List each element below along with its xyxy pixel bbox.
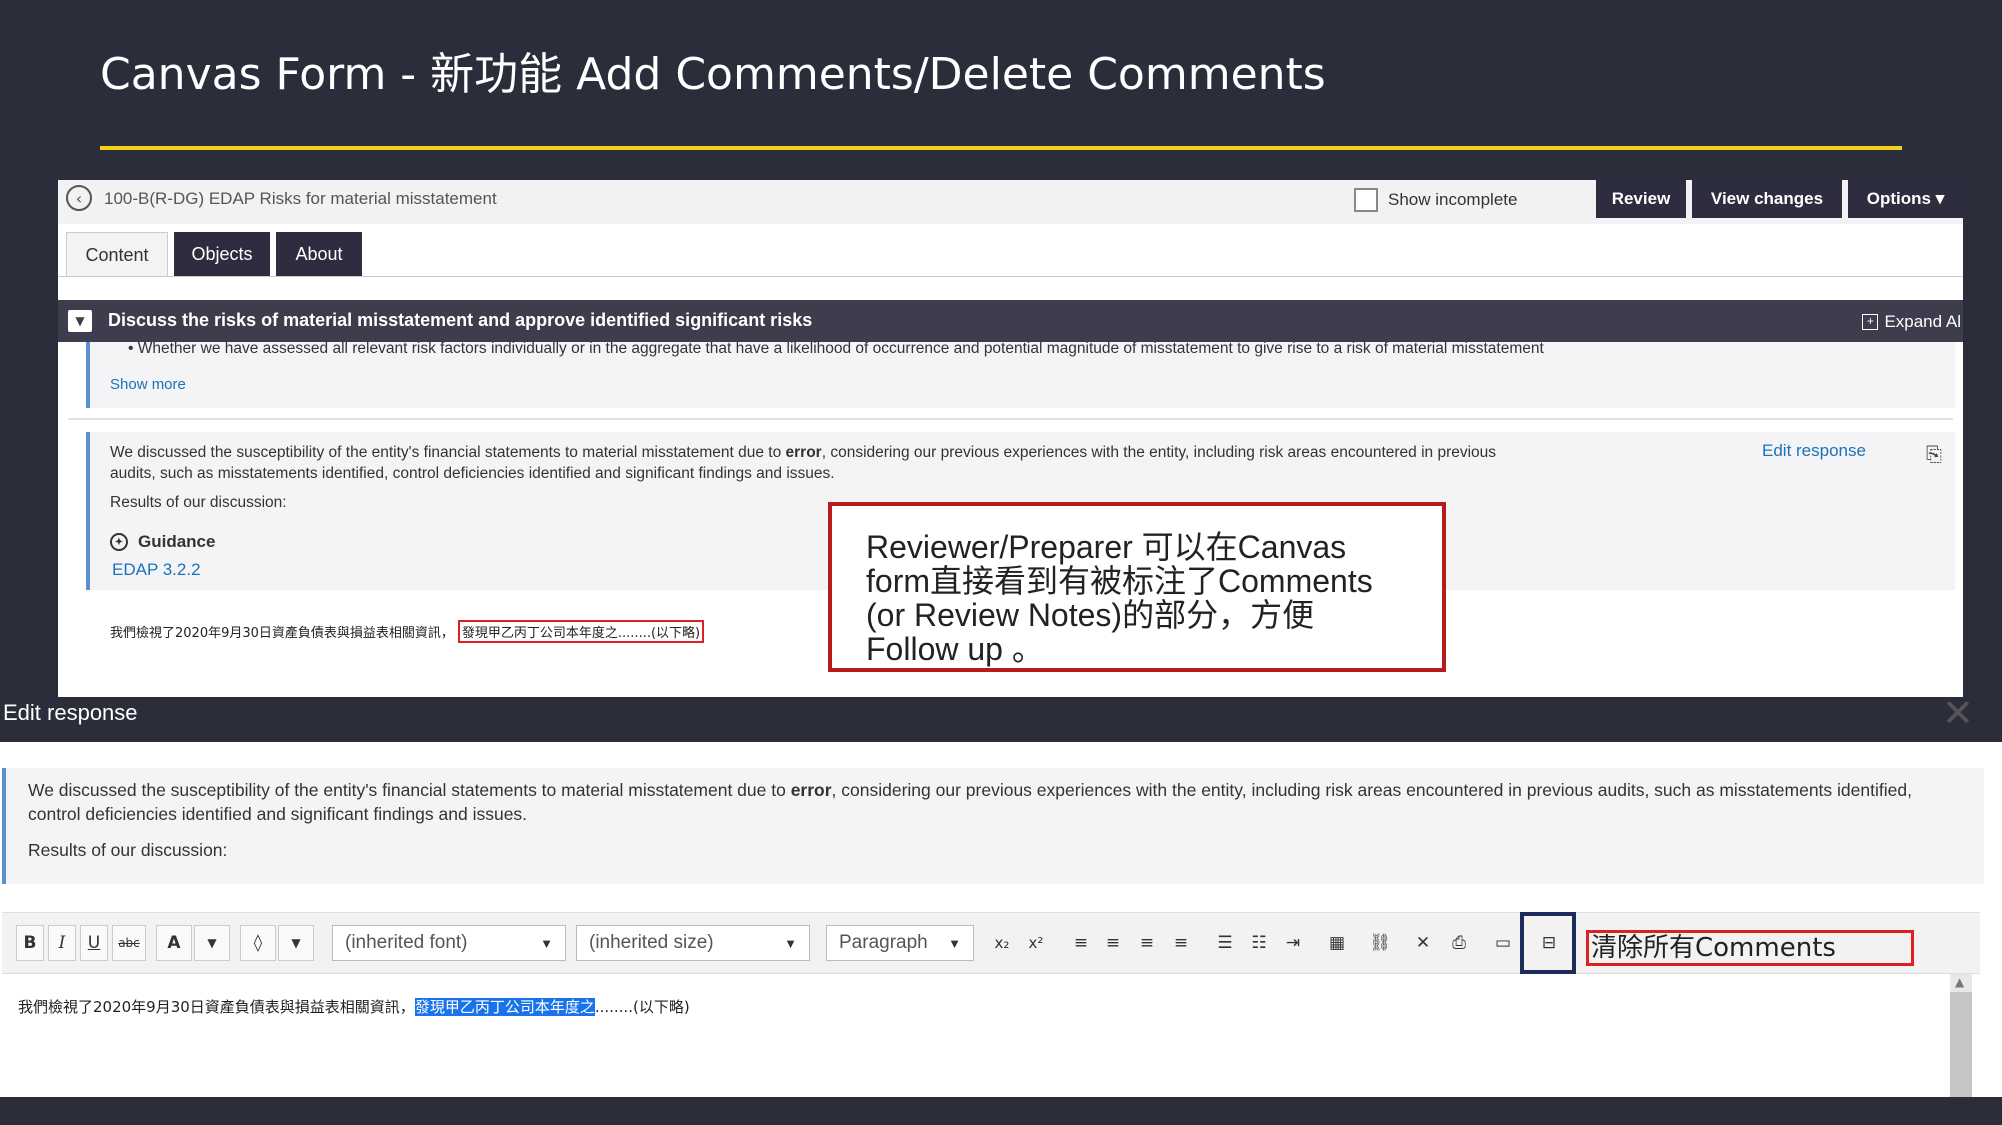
edit-response-panel: We discussed the susceptibility of the e… (0, 742, 2002, 1097)
font-color-icon[interactable]: A (156, 925, 192, 961)
table-icon[interactable]: ▦ (1322, 925, 1352, 961)
selected-text[interactable]: 發現甲乙丙丁公司本年度之 (414, 998, 595, 1016)
plus-icon: + (1862, 314, 1879, 330)
clear-format-icon[interactable]: ✕ (1408, 925, 1438, 961)
numbered-list-icon[interactable]: ☷ (1244, 925, 1274, 961)
clear-comments-label: 清除所有Comments (1586, 930, 1914, 966)
view-changes-button[interactable]: View changes (1692, 180, 1842, 218)
options-button[interactable]: Options ▾ (1848, 180, 1963, 218)
compass-icon: ✦ (110, 533, 128, 551)
show-incomplete-toggle[interactable]: Show incomplete (1354, 188, 1517, 212)
section-header[interactable]: ▼ Discuss the risks of material misstate… (58, 300, 1963, 342)
editor-line-suffix: ........(以下略) (594, 998, 690, 1016)
size-select-value: (inherited size) (589, 932, 714, 953)
doc-title: 100-B(R-DG) EDAP Risks for material miss… (104, 189, 497, 208)
chevron-down-icon: ▼ (948, 935, 961, 951)
edit-response-title: Edit response (3, 700, 138, 725)
edap-link[interactable]: EDAP 3.2.2 (112, 560, 201, 580)
results-label: Results of our discussion: (110, 494, 287, 511)
editor-content[interactable]: 我們檢視了2020年9月30日資產負債表與損益表相關資訊，發現甲乙丙丁公司本年度… (18, 996, 690, 1017)
font-select[interactable]: (inherited font) ▼ (332, 925, 566, 961)
link-icon[interactable]: ⛓ (1364, 925, 1396, 961)
size-select[interactable]: (inherited size) ▼ (576, 925, 810, 961)
align-left-icon[interactable]: ≡ (1066, 925, 1096, 961)
response-text-pre: We discussed the susceptibility of the e… (110, 444, 786, 461)
editor-scrollbar[interactable]: ▲ (1950, 974, 1972, 1097)
slide-title: Canvas Form - 新功能 Add Comments/Delete Co… (100, 49, 1326, 100)
top-bar: ‹ 100-B(R-DG) EDAP Risks for material mi… (58, 180, 1963, 224)
editor-results-label: Results of our discussion: (28, 840, 228, 860)
callout-note: Reviewer/Preparer 可以在Canvas form直接看到有被标注… (828, 502, 1446, 672)
delete-comments-highlight (1520, 912, 1576, 974)
editor-text-pre: We discussed the susceptibility of the e… (28, 780, 791, 800)
editor-line-prefix: 我們檢視了2020年9月30日資產負債表與損益表相關資訊， (18, 998, 415, 1016)
show-incomplete-label: Show incomplete (1388, 190, 1518, 209)
divider (68, 418, 1953, 420)
commented-response-line: 我們檢視了2020年9月30日資產負債表與損益表相關資訊， 發現甲乙丙丁公司本年… (110, 620, 705, 643)
guidance-label: Guidance (138, 532, 216, 551)
print-icon[interactable]: ⎙ (1444, 925, 1474, 961)
guidance-block: • Whether we have assessed all relevant … (86, 342, 1955, 408)
paperclip-icon[interactable]: ⎘ (1926, 442, 1942, 466)
checkbox[interactable] (1354, 188, 1378, 212)
tab-content[interactable]: Content (66, 232, 168, 277)
expand-all-button[interactable]: + Expand Al (1862, 312, 1961, 332)
close-icon[interactable]: ✕ (1942, 694, 1974, 732)
review-button[interactable]: Review (1596, 180, 1686, 218)
scroll-up-icon[interactable]: ▲ (1955, 975, 1964, 989)
collapse-icon[interactable]: ▼ (68, 310, 92, 332)
expand-all-label: Expand Al (1884, 312, 1961, 331)
editor-text-bold: error (790, 780, 832, 800)
subscript-icon[interactable]: x₂ (986, 925, 1018, 961)
bullet-item: • Whether we have assessed all relevant … (128, 342, 1544, 357)
underline-icon[interactable]: U (80, 925, 108, 961)
align-justify-icon[interactable]: ≡ (1166, 925, 1196, 961)
back-icon[interactable]: ‹ (66, 185, 92, 211)
bullet-text: Whether we have assessed all relevant ri… (137, 342, 1544, 357)
highlight-color-icon[interactable]: ◊ (240, 925, 276, 961)
bold-icon[interactable]: B (16, 925, 44, 961)
response-text: We discussed the susceptibility of the e… (110, 442, 1510, 484)
chevron-down-icon: ▼ (540, 935, 553, 951)
strikethrough-icon[interactable]: abc (112, 925, 146, 961)
editor-body[interactable]: 我們檢視了2020年9月30日資產負債表與損益表相關資訊，發現甲乙丙丁公司本年度… (10, 974, 1960, 1097)
response-text-bold: error (785, 444, 822, 461)
response-info-box: We discussed the susceptibility of the e… (2, 768, 1984, 884)
tab-objects[interactable]: Objects (174, 232, 270, 276)
title-rule (100, 146, 1902, 150)
paragraph-select[interactable]: Paragraph ▼ (826, 925, 974, 961)
guidance-heading: ✦ Guidance (110, 532, 215, 552)
chevron-down-icon: ▼ (784, 935, 797, 951)
scroll-thumb[interactable] (1950, 992, 1972, 1097)
edit-response-link[interactable]: Edit response (1762, 441, 1866, 461)
section-title: Discuss the risks of material misstateme… (108, 310, 813, 330)
editor-response-text: We discussed the susceptibility of the e… (28, 778, 1958, 826)
align-right-icon[interactable]: ≡ (1132, 925, 1162, 961)
comment-highlight[interactable]: 發現甲乙丙丁公司本年度之........(以下略) (457, 620, 705, 643)
show-more-link[interactable]: Show more (110, 376, 186, 393)
bullet-list-icon[interactable]: ☰ (1210, 925, 1240, 961)
tab-about[interactable]: About (276, 232, 362, 276)
chevron-down-icon[interactable]: ▼ (194, 925, 230, 961)
superscript-icon[interactable]: x² (1020, 925, 1052, 961)
paragraph-select-value: Paragraph (839, 932, 928, 953)
indent-icon[interactable]: ⇥ (1278, 925, 1308, 961)
align-center-icon[interactable]: ≡ (1098, 925, 1128, 961)
add-comment-icon[interactable]: ▭ (1488, 925, 1518, 961)
italic-icon[interactable]: I (48, 925, 76, 961)
font-select-value: (inherited font) (345, 932, 468, 953)
response-line-text: 我們檢視了2020年9月30日資產負債表與損益表相關資訊， (110, 626, 454, 641)
bottom-strip (0, 1097, 2002, 1125)
chevron-down-icon[interactable]: ▼ (278, 925, 314, 961)
tab-divider (58, 276, 1963, 277)
